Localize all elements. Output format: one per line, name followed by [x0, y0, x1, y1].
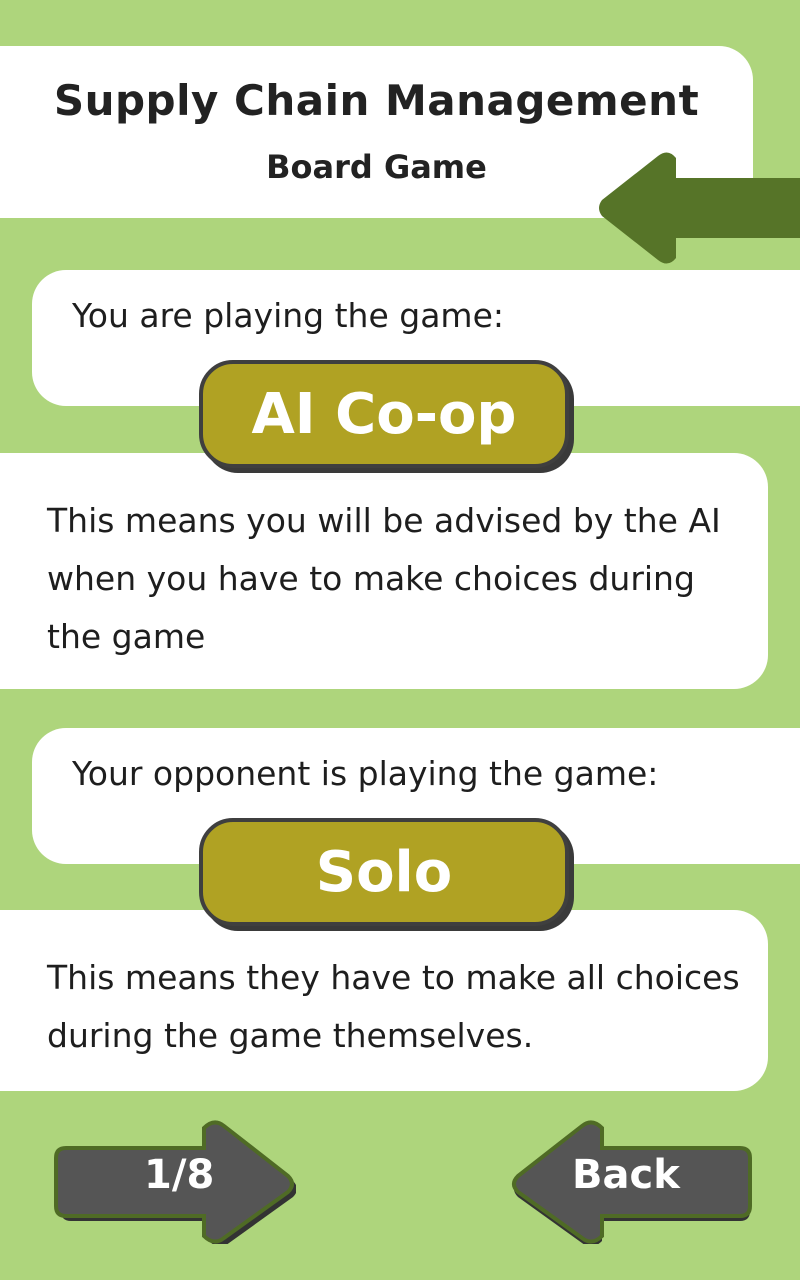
- player-label: You are playing the game:: [72, 296, 504, 335]
- app-title: Supply Chain Management: [53, 76, 700, 125]
- player-description: This means you will be advised by the AI…: [47, 501, 721, 656]
- next-page-button[interactable]: 1/8: [52, 1118, 296, 1244]
- opponent-description: This means they have to make all choices…: [47, 958, 740, 1055]
- page-indicator: 1/8: [144, 1152, 215, 1198]
- back-button[interactable]: Back: [510, 1118, 754, 1244]
- player-mode-badge: AI Co-op: [199, 360, 569, 468]
- opponent-mode-badge: Solo: [199, 818, 569, 926]
- back-button-label: Back: [572, 1152, 680, 1198]
- left-arrow-icon[interactable]: [596, 150, 800, 266]
- opponent-label: Your opponent is playing the game:: [72, 754, 659, 793]
